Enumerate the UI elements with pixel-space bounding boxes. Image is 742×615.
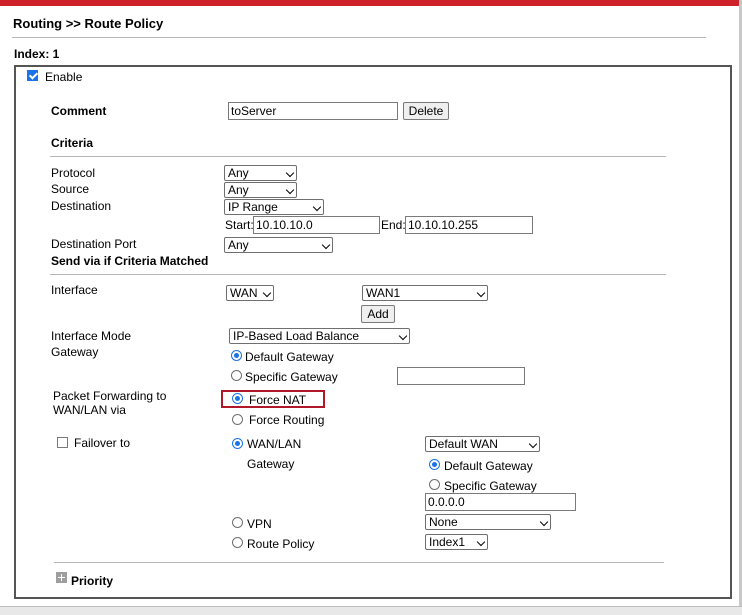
failover-vpn-value: None xyxy=(429,515,458,529)
failover-wan-select[interactable]: Default WAN xyxy=(425,436,540,452)
source-label: Source xyxy=(51,182,90,196)
destination-select-value: IP Range xyxy=(228,200,278,214)
failover-wanlan-radio[interactable] xyxy=(232,438,243,449)
chevron-down-icon xyxy=(321,240,331,250)
force-routing-radio[interactable] xyxy=(232,414,243,425)
source-select-value: Any xyxy=(228,183,249,197)
delete-button[interactable]: Delete xyxy=(403,102,449,120)
end-label: End: xyxy=(381,218,406,232)
interface-type-select[interactable]: WAN xyxy=(226,285,274,301)
start-label: Start: xyxy=(225,218,254,232)
failover-specific-gateway-input[interactable]: 0.0.0.0 xyxy=(425,493,576,511)
chevron-down-icon xyxy=(312,202,322,212)
default-gateway-label: Default Gateway xyxy=(245,350,334,364)
interface-port-value: WAN1 xyxy=(366,286,401,300)
specific-gateway-radio[interactable] xyxy=(231,370,242,381)
criteria-divider xyxy=(50,156,666,157)
protocol-select[interactable]: Any xyxy=(224,165,297,181)
interface-label: Interface xyxy=(51,283,98,297)
failover-route-policy-radio[interactable] xyxy=(232,537,243,548)
failover-specific-gateway-radio[interactable] xyxy=(429,479,440,490)
gateway-label: Gateway xyxy=(51,345,99,359)
force-nat-radio[interactable] xyxy=(232,393,243,404)
chevron-down-icon xyxy=(398,331,408,341)
start-ip-input[interactable]: 10.10.10.0 xyxy=(253,216,380,234)
chevron-down-icon xyxy=(476,537,486,547)
default-gateway-radio[interactable] xyxy=(231,350,242,361)
send-via-divider xyxy=(50,274,666,275)
force-routing-label: Force Routing xyxy=(249,413,325,427)
failover-specific-gateway-label: Specific Gateway xyxy=(444,479,537,493)
failover-wanlan-label: WAN/LAN xyxy=(247,437,302,451)
chevron-down-icon xyxy=(285,185,295,195)
failover-route-policy-select[interactable]: Index1 xyxy=(425,534,488,550)
priority-divider xyxy=(54,562,664,563)
destination-port-label: Destination Port xyxy=(51,237,137,251)
failover-route-policy-label: Route Policy xyxy=(247,537,315,551)
protocol-label: Protocol xyxy=(51,166,96,180)
interface-type-value: WAN xyxy=(230,286,258,300)
destination-port-select[interactable]: Any xyxy=(224,237,333,253)
page-title: Routing >> Route Policy xyxy=(13,16,164,31)
failover-route-policy-value: Index1 xyxy=(429,535,466,549)
index-label: Index: 1 xyxy=(14,47,60,61)
expand-plus-icon[interactable] xyxy=(56,572,67,583)
title-divider xyxy=(12,37,706,38)
criteria-heading: Criteria xyxy=(51,136,94,150)
chevron-down-icon xyxy=(528,439,538,449)
destination-port-select-value: Any xyxy=(228,238,249,252)
interface-mode-value: IP-Based Load Balance xyxy=(233,329,360,343)
enable-label: Enable xyxy=(45,70,83,84)
chevron-down-icon xyxy=(285,168,295,178)
failover-label: Failover to xyxy=(74,436,131,450)
send-via-heading: Send via if Criteria Matched xyxy=(51,254,209,268)
specific-gateway-label: Specific Gateway xyxy=(245,370,338,384)
source-select[interactable]: Any xyxy=(224,182,297,198)
failover-checkbox[interactable] xyxy=(57,437,68,448)
failover-vpn-radio[interactable] xyxy=(232,517,243,528)
add-button[interactable]: Add xyxy=(361,305,395,323)
top-accent-bar xyxy=(0,0,742,6)
protocol-select-value: Any xyxy=(228,166,249,180)
failover-default-gateway-label: Default Gateway xyxy=(444,459,533,473)
end-ip-input[interactable]: 10.10.10.255 xyxy=(405,216,533,234)
packet-forwarding-label-line2: WAN/LAN via xyxy=(53,403,126,417)
destination-select[interactable]: IP Range xyxy=(224,199,324,215)
interface-mode-select[interactable]: IP-Based Load Balance xyxy=(229,328,410,344)
chevron-down-icon xyxy=(539,517,549,527)
force-nat-label: Force NAT xyxy=(249,393,307,407)
interface-port-select[interactable]: WAN1 xyxy=(362,285,488,301)
failover-default-gateway-radio[interactable] xyxy=(429,459,440,470)
enable-checkbox[interactable] xyxy=(27,70,38,81)
destination-label: Destination xyxy=(51,199,112,213)
packet-forwarding-label-line1: Packet Forwarding to xyxy=(53,389,167,403)
priority-label[interactable]: Priority xyxy=(71,574,113,588)
comment-label: Comment xyxy=(51,104,107,118)
failover-gateway-label: Gateway xyxy=(247,457,295,471)
failover-vpn-label: VPN xyxy=(247,517,272,531)
failover-vpn-select[interactable]: None xyxy=(425,514,551,530)
chevron-down-icon xyxy=(476,288,486,298)
specific-gateway-input[interactable] xyxy=(397,367,525,385)
interface-mode-label: Interface Mode xyxy=(51,329,132,343)
failover-wan-value: Default WAN xyxy=(429,437,498,451)
comment-input[interactable]: toServer xyxy=(228,102,398,120)
chevron-down-icon xyxy=(262,288,272,298)
